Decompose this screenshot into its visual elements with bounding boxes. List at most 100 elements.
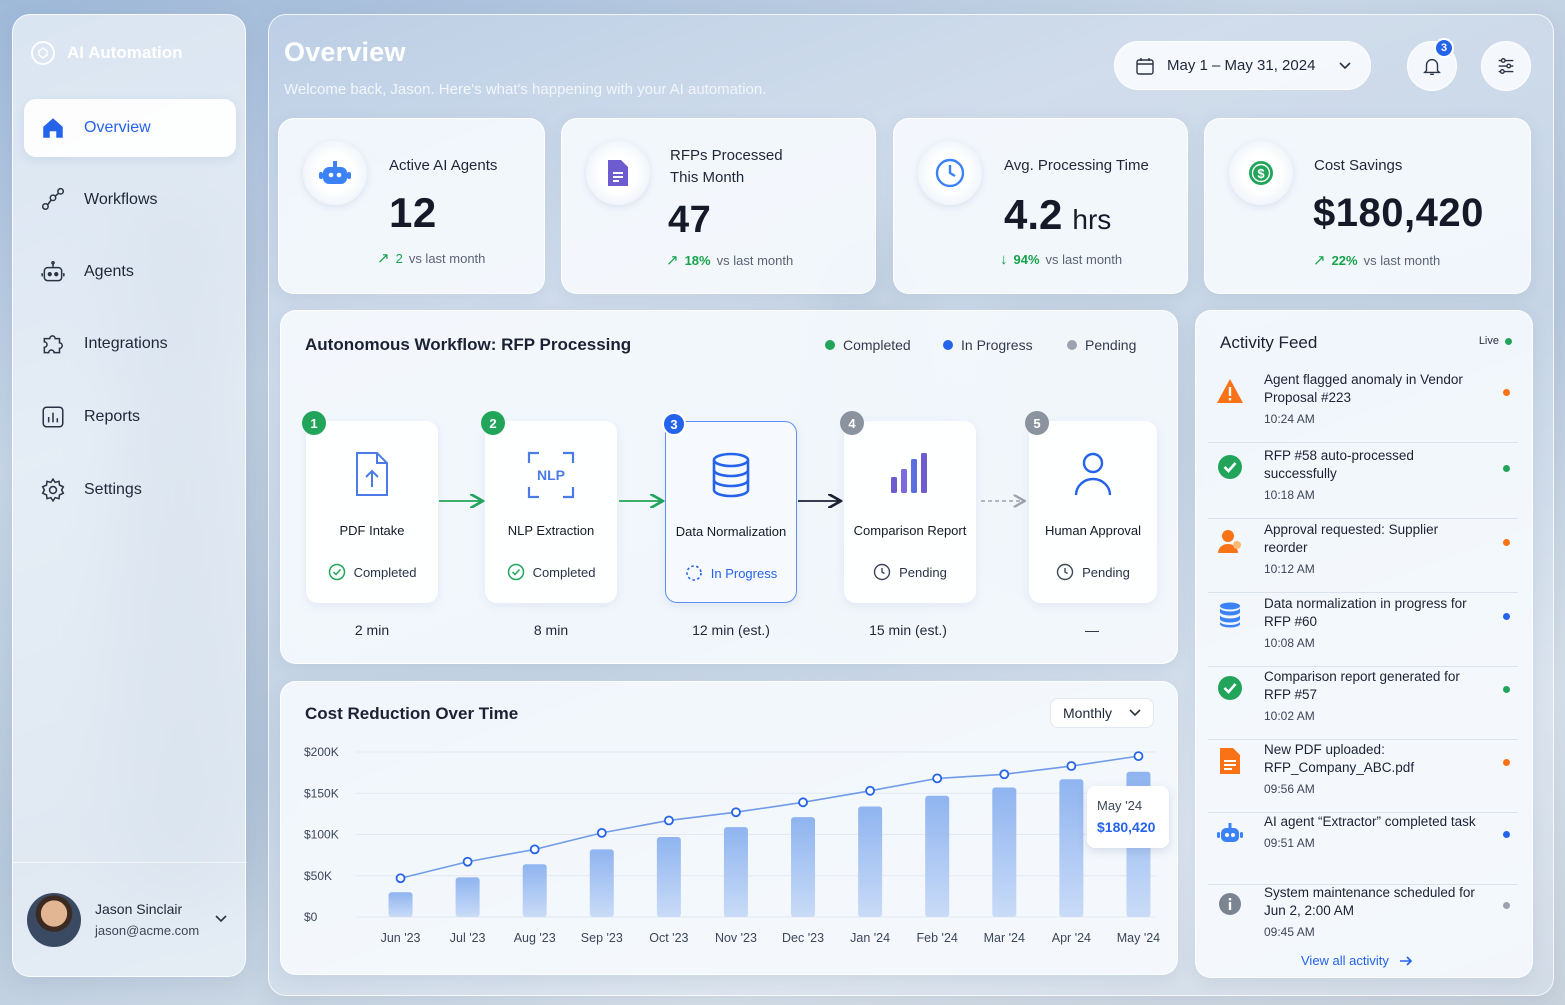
bar-chart-icon [42, 406, 64, 428]
activity-text: Comparison report generated for RFP #57 1… [1264, 668, 1484, 725]
activity-status-dot [1503, 539, 1510, 546]
clock-icon [918, 141, 982, 205]
user-icon [1216, 527, 1244, 555]
notifications-button[interactable]: 3 [1407, 38, 1457, 91]
arrow-down-icon: ↓ [1000, 251, 1008, 268]
activity-time: 10:08 AM [1264, 636, 1315, 650]
activity-item[interactable]: Comparison report generated for RFP #57 1… [1208, 668, 1518, 740]
activity-time: 10:24 AM [1264, 412, 1315, 426]
step-name: NLP Extraction [507, 523, 595, 538]
welcome-text: Welcome back, Jason. Here's what's happe… [284, 81, 767, 98]
sidebar-item-workflows[interactable]: Workflows [24, 171, 236, 229]
x-tick-label: Aug '23 [514, 931, 556, 945]
x-tick-label: Jul '23 [450, 931, 486, 945]
sidebar-item-label: Settings [84, 481, 142, 498]
brand[interactable]: AI Automation [31, 41, 183, 65]
activity-item[interactable]: Approval requested: Supplier reorder 10:1… [1208, 521, 1518, 593]
filters-button[interactable] [1481, 41, 1531, 91]
activity-item[interactable]: Data normalization in progress for RFP #… [1208, 595, 1518, 667]
bar-chart-icon [844, 451, 976, 495]
sidebar-item-agents[interactable]: Agents [24, 243, 236, 301]
activity-text: Data normalization in progress for RFP #… [1264, 595, 1484, 652]
kpi-value: $180,420 [1313, 191, 1484, 235]
kpi-card-cost-savings[interactable]: $ Cost Savings $180,420 ↗ 22% vs last mo… [1204, 118, 1531, 294]
workflow-step-comparison-report[interactable]: 4 Comparison Report Pending [840, 411, 976, 603]
activity-title: Activity Feed [1220, 333, 1318, 352]
kpi-card-active-agents[interactable]: Active AI Agents 12 ↗ 2 vs last month [278, 118, 545, 294]
kpi-value: 4.2 [1004, 191, 1063, 238]
activity-item[interactable]: AI agent “Extractor” completed task 09:51… [1208, 813, 1518, 885]
activity-status-dot [1503, 902, 1510, 909]
sidebar-item-integrations[interactable]: Integrations [24, 315, 236, 373]
live-label: Live [1478, 335, 1499, 347]
step-name: Data Normalization [675, 524, 787, 539]
kpi-label: Active AI Agents [389, 157, 498, 174]
home-icon [43, 118, 63, 138]
cost-chart: $0 $50K $100K $150K $200K Jun '23 Jul '23 Aug '… [304, 745, 1160, 945]
x-tick-label: May '24 [1117, 931, 1160, 945]
sidebar-item-overview[interactable]: Overview [24, 99, 236, 157]
bar [656, 836, 681, 917]
notification-badge: 3 [1434, 38, 1454, 58]
activity-feed: Activity Feed Live Agent flagged anomaly… [1195, 310, 1533, 978]
kpi-change-suffix: vs last month [716, 252, 794, 268]
kpi-change-suffix: vs last month [1363, 252, 1441, 268]
line-point [865, 785, 876, 796]
activity-message: Agent flagged anomaly in Vendor Proposal… [1264, 372, 1463, 405]
arrow-up-right-icon: ↗ [1313, 252, 1326, 269]
activity-time: 09:56 AM [1264, 782, 1315, 796]
step-number: 4 [840, 411, 864, 435]
dollar-icon: $ [1229, 141, 1293, 205]
workflow-step-pdf-intake[interactable]: 1 PDF Intake Completed [302, 411, 438, 603]
avatar [27, 892, 81, 947]
sidebar-item-label: Overview [84, 119, 151, 136]
step-name: PDF Intake [339, 523, 405, 538]
line-point [1066, 761, 1077, 771]
brand-name: AI Automation [67, 43, 183, 62]
activity-message: New PDF uploaded: RFP_Company_ABC.pdf [1264, 742, 1415, 775]
activity-message: System maintenance scheduled for Jun 2, … [1264, 885, 1475, 918]
bar [1059, 779, 1084, 917]
step-status: Completed [306, 563, 438, 581]
tooltip-label: May '24 [1097, 798, 1143, 813]
activity-text: RFP #58 auto-processed successfully 10:18… [1264, 447, 1484, 504]
sidebar: AI Automation Overview Workflows Agents … [12, 14, 247, 977]
bar [522, 864, 547, 917]
kpi-value-group: 4.2 hrs [1004, 191, 1111, 239]
kpi-card-rfps-processed[interactable]: RFPs Processed This Month 47 ↗ 18% vs la… [561, 118, 876, 294]
step-duration: — [1085, 622, 1099, 638]
user-profile[interactable]: Jason Sinclair jason@acme.com [13, 862, 247, 976]
step-status-label: Pending [899, 564, 947, 580]
date-range-picker[interactable]: May 1 – May 31, 2024 [1114, 41, 1371, 90]
nlp-scan-icon: NLP [485, 451, 617, 499]
activity-item[interactable]: New PDF uploaded: RFP_Company_ABC.pdf 09:… [1208, 741, 1518, 813]
activity-item[interactable]: System maintenance scheduled for Jun 2, … [1208, 884, 1518, 956]
chevron-down-icon[interactable] [215, 911, 227, 926]
workflow-step-human-approval[interactable]: 5 Human Approval Pending [1025, 411, 1157, 603]
robot-icon [1216, 819, 1244, 847]
robot-icon [41, 260, 65, 282]
workflow-step-data-normalization[interactable]: 3 Data Normalization In Progress [662, 412, 797, 603]
activity-item[interactable]: Agent flagged anomaly in Vendor Proposal… [1208, 371, 1518, 443]
bar [791, 817, 816, 917]
view-all-activity-link[interactable]: View all activity [1301, 953, 1413, 968]
activity-time: 09:51 AM [1264, 836, 1315, 850]
activity-item[interactable]: RFP #58 auto-processed successfully 10:18… [1208, 447, 1518, 519]
y-tick-label: $150K [304, 786, 339, 800]
kpi-card-processing-time[interactable]: Avg. Processing Time 4.2 hrs ↓ 94% vs la… [893, 118, 1188, 294]
activity-time: 10:12 AM [1264, 562, 1315, 576]
line-point [999, 769, 1010, 780]
workflow-step-nlp-extraction[interactable]: 2 NLP NLP Extraction Completed [481, 411, 617, 603]
sidebar-item-settings[interactable]: Settings [24, 461, 236, 519]
document-icon [586, 141, 650, 205]
x-tick-label: Nov '23 [715, 931, 757, 945]
kpi-trend: ↗ 18% vs last month [666, 251, 793, 269]
file-upload-icon [306, 451, 438, 497]
y-tick-label: $100K [304, 828, 339, 842]
activity-message: Approval requested: Supplier reorder [1264, 522, 1439, 555]
bar [723, 827, 748, 917]
arrow-up-right-icon: ↗ [666, 252, 679, 269]
arrow-up-right-icon: ↗ [377, 250, 390, 267]
activity-time: 10:02 AM [1264, 709, 1315, 723]
sidebar-item-reports[interactable]: Reports [24, 388, 236, 446]
